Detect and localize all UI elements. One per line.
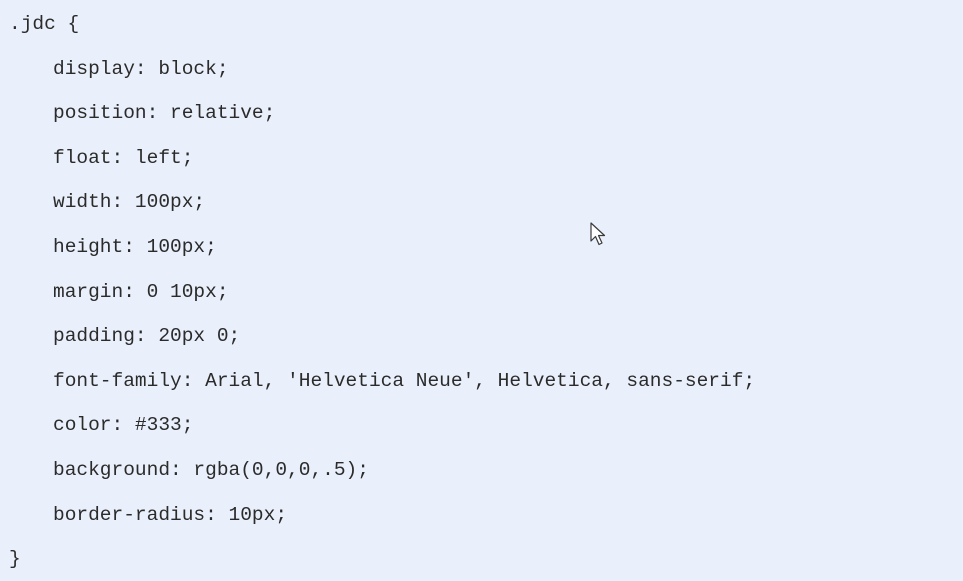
- css-declaration-float: float: left;: [53, 146, 194, 169]
- mouse-pointer-icon: [590, 222, 606, 246]
- css-declaration-position: position: relative;: [53, 102, 276, 125]
- css-closing-brace: }: [9, 548, 21, 571]
- css-declaration-border-radius: border-radius: 10px;: [53, 503, 288, 526]
- css-declaration-width: width: 100px;: [53, 191, 206, 214]
- css-declaration-height: height: 100px;: [53, 235, 217, 258]
- css-declaration-color: color: #333;: [53, 414, 194, 437]
- css-declaration-display: display: block;: [53, 57, 229, 80]
- css-declaration-font-family: font-family: Arial, 'Helvetica Neue', He…: [53, 369, 756, 392]
- css-declaration-padding: padding: 20px 0;: [53, 325, 241, 348]
- css-declaration-background: background: rgba(0,0,0,.5);: [53, 458, 369, 481]
- code-panel: .jdc { display: block; position: relativ…: [0, 0, 963, 581]
- css-declaration-margin: margin: 0 10px;: [53, 280, 229, 303]
- css-selector-line: .jdc {: [9, 13, 80, 35]
